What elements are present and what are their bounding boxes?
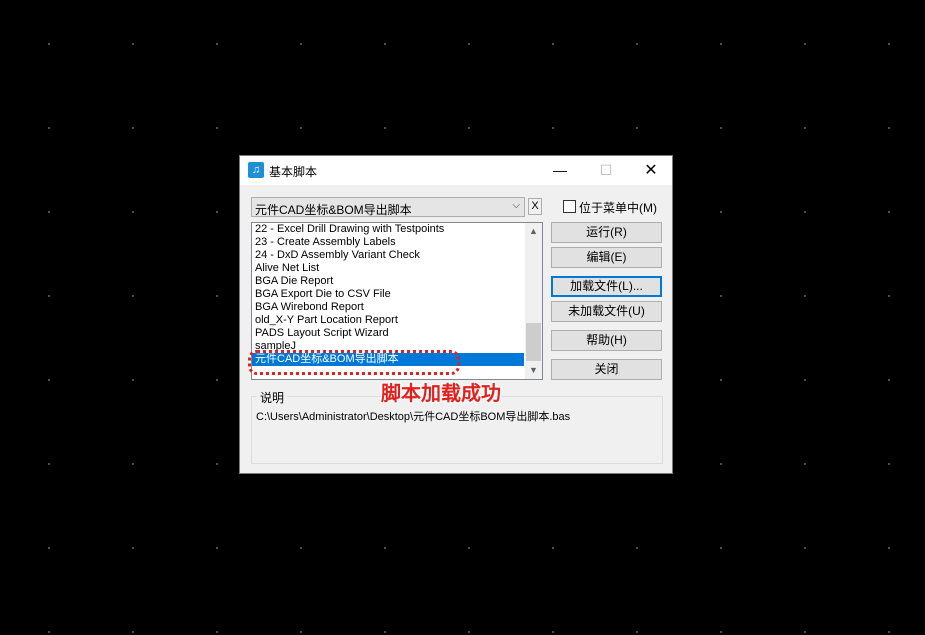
description-path: C:\Users\Administrator\Desktop\元件CAD坐标BO… xyxy=(256,411,571,423)
highlight-ring xyxy=(248,350,460,375)
chevron-down-icon[interactable]: ⌵ xyxy=(512,200,520,211)
list-item[interactable]: 22 - Excel Drill Drawing with Testpoints xyxy=(252,223,524,236)
in-menu-label: 位于菜单中(M) xyxy=(579,201,657,215)
list-item[interactable]: old_X-Y Part Location Report xyxy=(252,314,524,327)
description-group xyxy=(251,396,663,464)
scroll-thumb[interactable] xyxy=(526,323,541,361)
window-title: 基本脚本 xyxy=(269,165,318,179)
scroll-up-icon[interactable]: ▲ xyxy=(525,223,542,240)
list-item[interactable]: BGA Wirebond Report xyxy=(252,301,524,314)
list-item[interactable]: 23 - Create Assembly Labels xyxy=(252,236,524,249)
list-item[interactable]: Alive Net List xyxy=(252,262,524,275)
list-item[interactable]: 24 - DxD Assembly Variant Check xyxy=(252,249,524,262)
music-script-icon: ♫ xyxy=(248,162,264,178)
title-bar[interactable]: ♫ 基本脚本 — ☐ ✕ xyxy=(240,156,672,185)
run-button[interactable]: 运行(R) xyxy=(551,222,662,243)
basic-scripts-dialog: ♫ 基本脚本 — ☐ ✕ 元件CAD坐标&BOM导出脚本 ⌵ X 位于菜单中(M… xyxy=(239,155,673,474)
maximize-button[interactable]: ☐ xyxy=(583,156,629,185)
scroll-down-icon[interactable]: ▼ xyxy=(525,362,542,379)
list-item[interactable]: BGA Die Report xyxy=(252,275,524,288)
list-item[interactable]: BGA Export Die to CSV File xyxy=(252,288,524,301)
unload-file-button[interactable]: 未加载文件(U) xyxy=(551,301,662,322)
script-select-value: 元件CAD坐标&BOM导出脚本 xyxy=(255,203,412,217)
list-item[interactable]: PADS Layout Script Wizard xyxy=(252,327,524,340)
description-label: 说明 xyxy=(257,389,288,406)
script-select[interactable]: 元件CAD坐标&BOM导出脚本 ⌵ xyxy=(251,197,525,217)
minimize-button[interactable]: — xyxy=(537,156,583,185)
load-success-annotation: 脚本加载成功 xyxy=(381,381,501,405)
help-button[interactable]: 帮助(H) xyxy=(551,330,662,351)
close-button[interactable]: 关闭 xyxy=(551,359,662,380)
list-scrollbar[interactable]: ▲ ▼ xyxy=(525,223,542,379)
load-file-button[interactable]: 加载文件(L)... xyxy=(551,276,662,297)
edit-button[interactable]: 编辑(E) xyxy=(551,247,662,268)
clear-selection-button[interactable]: X xyxy=(528,198,542,215)
checkbox-box[interactable] xyxy=(563,200,576,213)
close-window-button[interactable]: ✕ xyxy=(628,156,674,185)
